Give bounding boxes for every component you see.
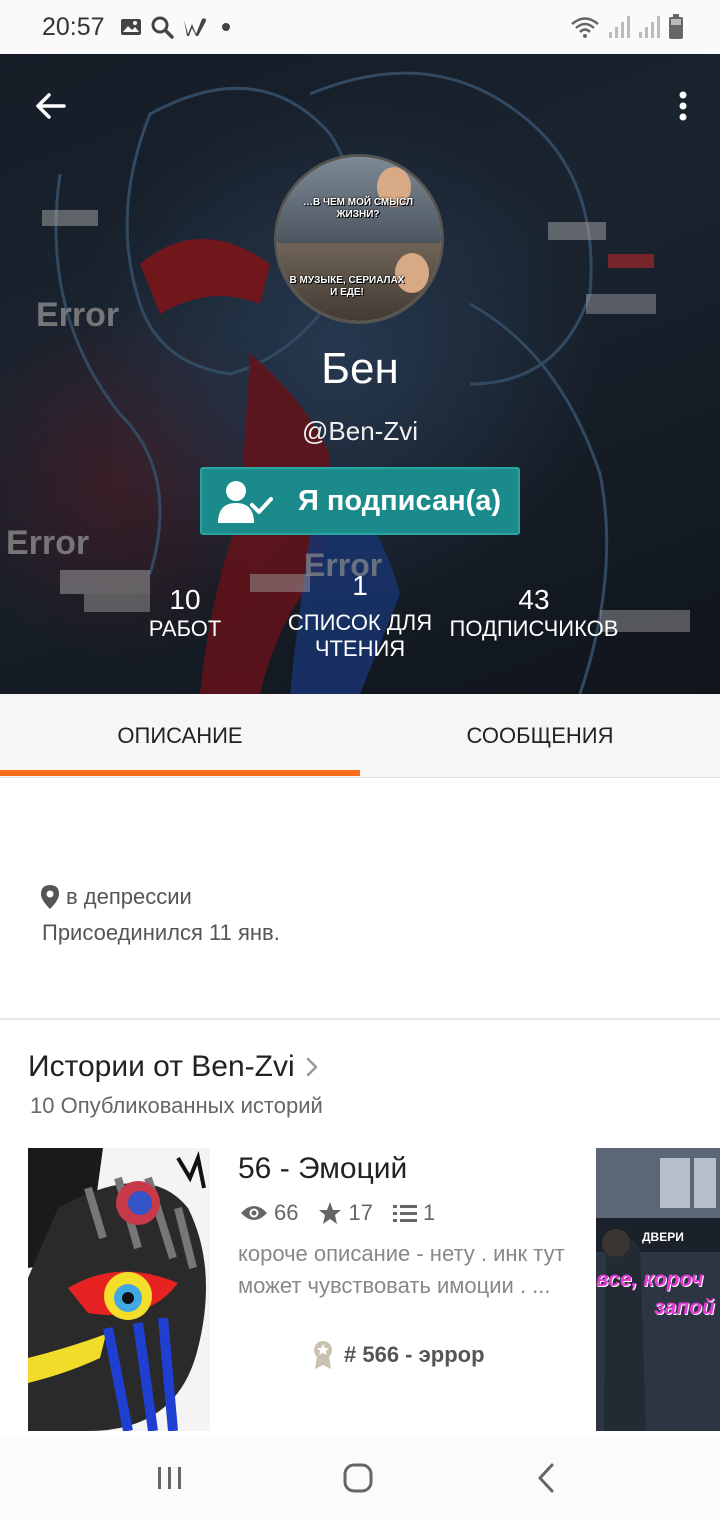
parts-count: 1 <box>422 1200 436 1225</box>
story-cover-next[interactable]: ДВЕРИ все, короч запой <box>596 1148 720 1431</box>
status-bar: 20:57 <box>0 0 720 54</box>
section-divider <box>0 1018 720 1020</box>
recents-button[interactable] <box>140 1456 200 1500</box>
story-cover[interactable] <box>28 1148 210 1431</box>
signal-icon <box>609 16 630 38</box>
stat-reading-lists-label-line1: СПИСОК ДЛЯ <box>287 610 433 635</box>
system-navigation-bar <box>0 1436 720 1520</box>
profile-tabs: ОПИСАНИЕ СООБЩЕНИЯ <box>0 694 720 778</box>
signal-icon <box>639 16 660 38</box>
gallery-icon <box>121 19 141 35</box>
profile-header: Error Error Error …В ЧЕМ МОЙ СМЫСЛ ЖИЗНИ… <box>0 54 720 694</box>
home-icon <box>343 1463 373 1493</box>
votes-stat: 17 <box>318 1200 373 1226</box>
stat-works[interactable]: 10 РАБОТ <box>110 584 260 642</box>
stories-subtitle: 10 Опубликованных историй <box>30 1093 323 1118</box>
tab-messages[interactable]: СООБЩЕНИЯ <box>360 694 720 778</box>
story-rank-text: # 566 - эррор <box>344 1342 485 1367</box>
views-stat: 66 <box>240 1200 298 1226</box>
stat-followers[interactable]: 43 ПОДПИСЧИКОВ <box>440 584 628 642</box>
stories-header-link[interactable]: Истории от Ben-Zvi <box>28 1050 319 1084</box>
location-text: в депрессии <box>66 884 192 909</box>
location-row: в депрессии <box>40 884 192 910</box>
status-icons-left <box>120 14 234 40</box>
story-rank-badge[interactable]: # 566 - эррор <box>312 1340 485 1370</box>
stat-followers-label: ПОДПИСЧИКОВ <box>449 616 619 641</box>
arrow-left-icon <box>36 93 66 119</box>
cover-overlay-text: все, короч <box>596 1268 704 1291</box>
tab-about[interactable]: ОПИСАНИЕ <box>0 694 360 778</box>
stories-title: Истории от Ben-Zvi <box>28 1050 295 1083</box>
following-button[interactable]: Я подписан(а) <box>200 467 520 535</box>
home-button[interactable] <box>328 1456 388 1500</box>
stat-reading-lists-value: 1 <box>352 570 368 601</box>
list-icon <box>392 1205 417 1222</box>
search-icon <box>151 16 174 39</box>
profile-avatar[interactable]: …В ЧЕМ МОЙ СМЫСЛ ЖИЗНИ? В МУЗЫКЕ, СЕРИАЛ… <box>274 154 444 324</box>
more-vert-icon <box>679 91 687 121</box>
stat-reading-lists[interactable]: 1 СПИСОК ДЛЯ ЧТЕНИЯ <box>270 570 450 662</box>
star-icon <box>319 1202 342 1224</box>
stat-works-value: 10 <box>169 584 201 615</box>
stat-works-label: РАБОТ <box>148 616 222 641</box>
cover-sign-text: ДВЕРИ <box>642 1230 684 1244</box>
dot-icon <box>222 23 230 31</box>
eye-icon <box>241 1206 267 1220</box>
status-icons-right <box>570 14 684 40</box>
votes-count: 17 <box>348 1200 373 1225</box>
following-button-label: Я подписан(а) <box>298 485 502 517</box>
more-options-button[interactable] <box>668 84 698 128</box>
story-description: короче описание - нету . инк тут может ч… <box>238 1241 565 1298</box>
profile-handle: @Ben-Zvi <box>302 416 418 446</box>
system-back-button[interactable] <box>516 1456 576 1500</box>
views-count: 66 <box>274 1200 299 1225</box>
chevron-right-icon <box>306 1057 317 1077</box>
wifi-icon <box>571 17 599 38</box>
wattpad-icon <box>184 18 206 36</box>
about-section: в депрессии Присоединился 11 янв. <box>0 778 720 1018</box>
location-pin-icon <box>41 885 59 909</box>
award-ribbon-icon <box>314 1341 332 1369</box>
joined-date: Присоединился 11 янв. <box>42 920 280 945</box>
battery-icon <box>669 14 683 39</box>
cover-overlay-text: запой <box>654 1296 715 1319</box>
story-stats: 66 17 1 <box>240 1200 455 1226</box>
active-tab-indicator <box>0 770 360 776</box>
story-cover-art <box>28 1148 210 1431</box>
status-time: 20:57 <box>42 13 105 41</box>
stat-reading-lists-label-line2: ЧТЕНИЯ <box>314 636 406 661</box>
story-title[interactable]: 56 - Эмоций <box>238 1152 407 1186</box>
profile-name: Бен <box>321 344 399 393</box>
user-check-icon <box>218 481 273 523</box>
recents-icon <box>158 1467 181 1489</box>
back-button[interactable] <box>28 84 72 128</box>
avatar-caption-bottom: В МУЗЫКЕ, СЕРИАЛАХ И ЕДЕ! <box>289 275 405 298</box>
back-chevron-icon <box>538 1463 554 1493</box>
avatar-caption-top: …В ЧЕМ МОЙ СМЫСЛ ЖИЗНИ? <box>302 197 414 220</box>
parts-stat: 1 <box>392 1200 436 1226</box>
stat-followers-value: 43 <box>518 584 550 615</box>
